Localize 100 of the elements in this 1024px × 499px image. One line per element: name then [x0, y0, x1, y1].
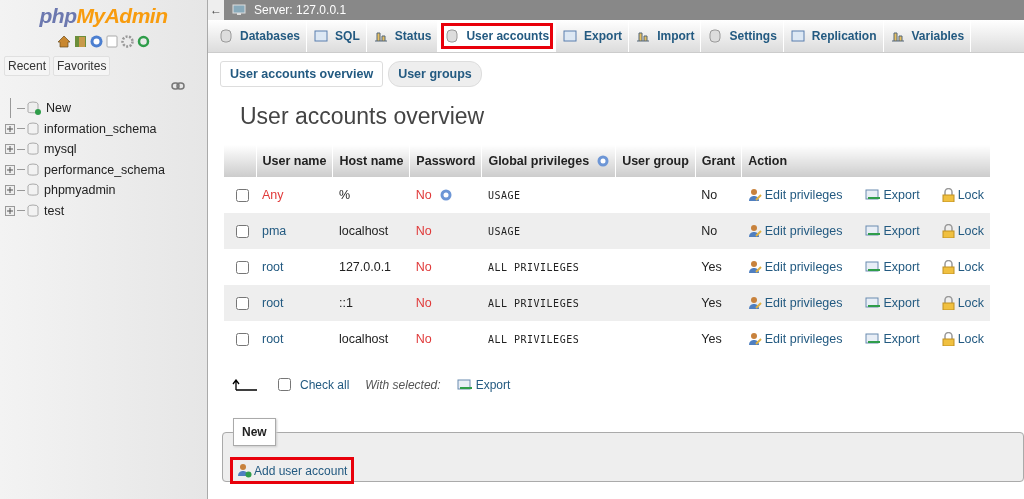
menu-tab[interactable]: Databases: [212, 20, 308, 52]
expand-icon[interactable]: [5, 164, 15, 175]
action-link[interactable]: Lock: [941, 296, 985, 310]
door-icon[interactable]: [74, 35, 87, 48]
user-edit-icon: [747, 332, 762, 346]
menu-tab[interactable]: SQL: [307, 20, 367, 52]
database-link[interactable]: performance_schema: [44, 162, 165, 177]
user-edit-icon: [747, 188, 762, 202]
help-icon[interactable]: [90, 35, 103, 48]
cylinder-icon: [444, 29, 461, 43]
password-status: No: [415, 332, 432, 346]
database-link[interactable]: phpmyadmin: [44, 183, 116, 198]
with-selected-label: With selected:: [365, 377, 441, 392]
link-icon[interactable]: [171, 82, 185, 90]
menu-tab[interactable]: Variables: [883, 20, 972, 52]
action-link[interactable]: Lock: [941, 188, 985, 202]
column-header: Password: [409, 145, 482, 177]
expand-icon[interactable]: [5, 144, 15, 155]
column-header: Host name: [332, 145, 410, 177]
home-icon[interactable]: [57, 35, 71, 48]
menu-tab[interactable]: Export: [556, 20, 630, 52]
page-icon: [562, 29, 579, 43]
help-icon[interactable]: [439, 189, 452, 201]
sidebar-tab[interactable]: Favorites: [53, 56, 111, 76]
database-link[interactable]: information_schema: [44, 121, 157, 136]
column-header: Action: [741, 145, 991, 177]
action-link[interactable]: Lock: [941, 224, 985, 238]
action-link[interactable]: Edit privileges: [747, 260, 843, 274]
user-edit-icon: [747, 224, 762, 238]
column-header: Grant: [695, 145, 742, 177]
user-edit-icon: [747, 260, 762, 274]
sub-tab[interactable]: User groups: [388, 61, 482, 87]
check-all-label[interactable]: Check all: [300, 377, 350, 392]
export-icon: [864, 297, 881, 309]
column-header: User group: [615, 145, 696, 177]
page-heading: User accounts overview: [240, 103, 486, 131]
action-link[interactable]: Export: [864, 332, 920, 346]
sidebar-tab[interactable]: Recent: [4, 56, 51, 76]
action-link[interactable]: Lock: [941, 260, 985, 274]
bar-chart-icon: [372, 29, 389, 43]
cylinder-icon: [707, 29, 724, 43]
row-checkbox[interactable]: [236, 260, 249, 274]
host-name: %: [338, 188, 351, 202]
grant-value: No: [701, 188, 718, 202]
user-name: pma: [262, 224, 287, 238]
database-link[interactable]: New: [46, 101, 71, 116]
collapse-sidebar-button[interactable]: ←: [208, 0, 224, 20]
host-name: 127.0.0.1: [338, 260, 392, 274]
privileges-text: ALL PRIVILEGES: [487, 262, 580, 273]
password-status: No: [415, 224, 432, 238]
row-checkbox[interactable]: [236, 332, 249, 346]
new-database-icon[interactable]: [27, 101, 41, 116]
export-icon: [864, 225, 881, 237]
user-name: root: [262, 296, 284, 310]
column-header: Global privileges: [481, 145, 616, 177]
action-link[interactable]: Export: [864, 260, 920, 274]
sub-tab[interactable]: User accounts overview: [220, 61, 384, 87]
menu-tab[interactable]: User accounts: [438, 20, 557, 52]
row-checkbox[interactable]: [236, 224, 249, 238]
action-link[interactable]: Edit privileges: [747, 188, 843, 202]
help-icon[interactable]: [597, 155, 610, 167]
menu-tab[interactable]: Settings: [701, 20, 784, 52]
database-link[interactable]: test: [44, 203, 65, 218]
padlock-icon: [941, 224, 955, 238]
add-user-account-link[interactable]: Add user account: [233, 460, 352, 481]
section-legend: New: [233, 418, 276, 446]
database-link[interactable]: mysql: [44, 142, 77, 157]
server-icon: [232, 4, 246, 16]
page-icon: [313, 29, 330, 43]
action-link[interactable]: Export: [864, 296, 920, 310]
privileges-text: USAGE: [487, 226, 521, 237]
phpmyadmin-logo[interactable]: phpMyAdmin: [0, 4, 207, 28]
expand-icon[interactable]: [5, 123, 15, 134]
grant-value: Yes: [701, 296, 722, 310]
host-name: ::1: [338, 296, 353, 310]
export-link[interactable]: Export: [456, 377, 511, 392]
expand-icon[interactable]: [5, 205, 15, 216]
user-name: Any: [262, 188, 284, 202]
password-status: No: [415, 260, 432, 274]
server-breadcrumb[interactable]: Server: 127.0.0.1: [254, 3, 347, 17]
export-icon: [864, 261, 881, 273]
action-link[interactable]: Edit privileges: [747, 332, 843, 346]
action-link[interactable]: Export: [864, 224, 920, 238]
menu-tab[interactable]: Replication: [783, 20, 884, 52]
action-link[interactable]: Edit privileges: [747, 224, 843, 238]
user-name: root: [262, 332, 284, 346]
padlock-icon: [941, 296, 955, 310]
grant-value: No: [701, 224, 718, 238]
menu-tab[interactable]: Import: [629, 20, 702, 52]
action-link[interactable]: Edit privileges: [747, 296, 843, 310]
row-checkbox[interactable]: [236, 296, 249, 310]
row-checkbox[interactable]: [236, 188, 249, 202]
check-all-checkbox[interactable]: [278, 378, 291, 391]
grant-value: Yes: [701, 260, 722, 274]
action-link[interactable]: Lock: [941, 332, 985, 346]
page-icon: [789, 29, 806, 43]
bar-chart-icon: [889, 29, 906, 43]
expand-icon[interactable]: [5, 185, 15, 196]
action-link[interactable]: Export: [864, 188, 920, 202]
user-edit-icon: [747, 296, 762, 310]
